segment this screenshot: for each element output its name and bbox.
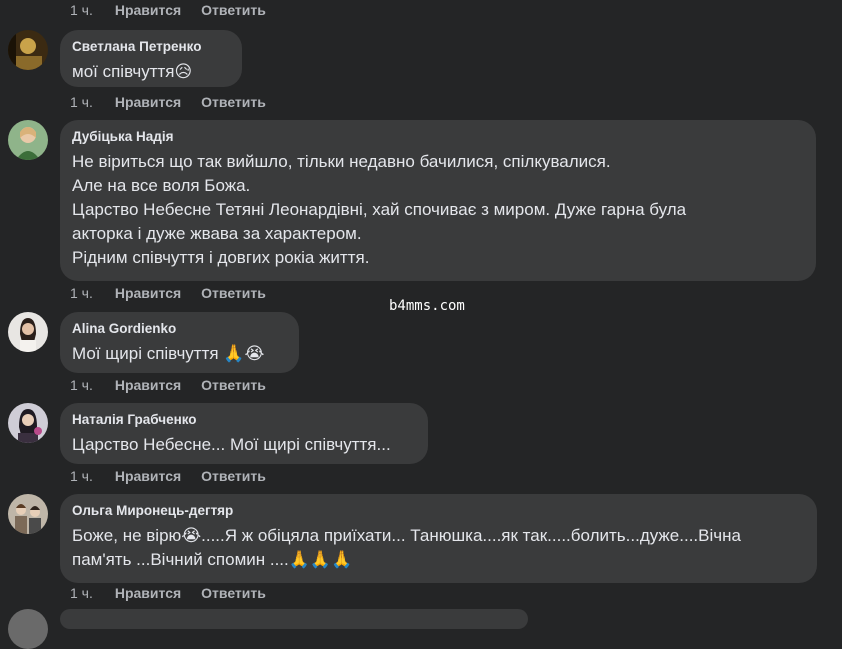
avatar[interactable] (8, 494, 48, 534)
avatar-image (8, 403, 48, 443)
comment-bubble: Ольга Миронець-дегтяр Боже, не вірю😭....… (60, 494, 817, 583)
like-button[interactable]: Нравится (115, 376, 181, 394)
comment-time[interactable]: 1 ч. (70, 1, 93, 19)
like-button[interactable]: Нравится (115, 1, 181, 19)
like-button[interactable]: Нравится (115, 584, 181, 602)
comment-time[interactable]: 1 ч. (70, 584, 93, 602)
comment-author[interactable]: Дубіцька Надія (72, 128, 804, 146)
comment-author[interactable]: Светлана Петренко (72, 38, 230, 56)
avatar[interactable] (8, 120, 48, 160)
reply-button[interactable]: Ответить (201, 1, 266, 19)
watermark-text: b4mms.com (389, 298, 465, 314)
reply-button[interactable]: Ответить (201, 584, 266, 602)
comment-actions: 1 ч. Нравится Ответить (70, 584, 266, 602)
avatar-image (8, 120, 48, 160)
avatar-image (8, 30, 48, 70)
like-button[interactable]: Нравится (115, 467, 181, 485)
avatar[interactable] (8, 609, 48, 649)
comment-actions: 1 ч. Нравится Ответить (70, 1, 266, 19)
avatar[interactable] (8, 312, 48, 352)
reply-button[interactable]: Ответить (201, 93, 266, 111)
like-button[interactable]: Нравится (115, 93, 181, 111)
comment-bubble: Дубіцька Надія Не віриться що так вийшло… (60, 120, 816, 281)
reply-button[interactable]: Ответить (201, 284, 266, 302)
comment-actions: 1 ч. Нравится Ответить (70, 93, 266, 111)
comment-author[interactable]: Ольга Миронець-дегтяр (72, 502, 805, 520)
comment-actions: 1 ч. Нравится Ответить (70, 284, 266, 302)
avatar[interactable] (8, 403, 48, 443)
comment-bubble: Alina Gordienko Мої щирі співчуття 🙏😭 (60, 312, 299, 373)
comment-time[interactable]: 1 ч. (70, 376, 93, 394)
comment-text: Царство Небесне... Мої щирі співчуття... (72, 435, 391, 454)
avatar-image (8, 494, 48, 534)
avatar-image (8, 312, 48, 352)
comment-actions: 1 ч. Нравится Ответить (70, 376, 266, 394)
comment-time[interactable]: 1 ч. (70, 284, 93, 302)
comment-text: Мої щирі співчуття 🙏😭 (72, 344, 265, 363)
comment-text: Боже, не вірю😭.....Я ж обіцяла приїхати.… (72, 526, 741, 569)
comment-bubble: Светлана Петренко мої співчуття😥 (60, 30, 242, 87)
comment-author[interactable]: Alina Gordienko (72, 320, 287, 338)
comment-time[interactable]: 1 ч. (70, 93, 93, 111)
comment-bubble: Наталія Грабченко Царство Небесне... Мої… (60, 403, 428, 464)
comment-author[interactable]: Наталія Грабченко (72, 411, 416, 429)
comment-bubble (60, 609, 528, 629)
comment-actions: 1 ч. Нравится Ответить (70, 467, 266, 485)
like-button[interactable]: Нравится (115, 284, 181, 302)
reply-button[interactable]: Ответить (201, 376, 266, 394)
reply-button[interactable]: Ответить (201, 467, 266, 485)
avatar[interactable] (8, 30, 48, 70)
comment-text: Не віриться що так вийшло, тільки недавн… (72, 152, 687, 267)
comment-time[interactable]: 1 ч. (70, 467, 93, 485)
comment-text: мої співчуття😥 (72, 62, 193, 81)
